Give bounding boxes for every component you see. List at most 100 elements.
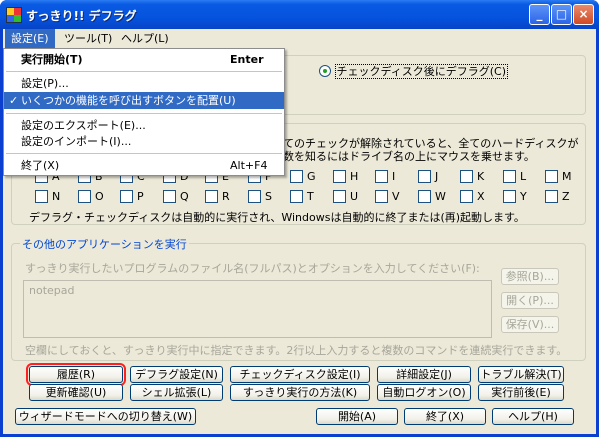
browse-button[interactable]: 参照(B)... <box>501 268 559 285</box>
menu-separator <box>6 71 282 72</box>
drive-checkbox-h[interactable]: H <box>333 169 358 183</box>
drive-label: U <box>350 189 359 203</box>
open-button[interactable]: 開く(P)... <box>501 292 559 309</box>
radio-label: チェックディスク後にデフラグ(C) <box>334 64 508 79</box>
drive-checkbox-o[interactable]: O <box>78 189 104 203</box>
checkbox-icon[interactable] <box>120 189 133 203</box>
drive-label: J <box>435 169 439 183</box>
drive-checkbox-g[interactable]: G <box>290 169 316 183</box>
checkbox-icon[interactable] <box>418 189 431 203</box>
radio-icon[interactable] <box>319 65 331 77</box>
check-icon: ✓ <box>9 94 19 107</box>
auto-logon-button[interactable]: 自動ログオン(O) <box>377 384 471 401</box>
checkbox-icon[interactable] <box>545 169 558 183</box>
checkbox-icon[interactable] <box>290 189 303 203</box>
auto-run-note: デフラグ・チェックディスクは自動的に実行され、Windowsは自動的に終了または… <box>29 211 525 224</box>
defrag-settings-button[interactable]: デフラグ設定(N) <box>130 366 223 383</box>
drive-label: N <box>52 189 61 203</box>
menu-settings[interactable]: 設定(E) <box>5 29 55 48</box>
maximize-button[interactable]: □ <box>551 4 572 25</box>
checkbox-icon[interactable] <box>460 189 473 203</box>
drive-checkbox-k[interactable]: K <box>460 169 484 183</box>
menu-separator <box>6 153 282 154</box>
menu-tools[interactable]: ツール(T) <box>58 29 118 48</box>
checkbox-icon[interactable] <box>78 189 91 203</box>
option-checkdisk-then-defrag[interactable]: チェックディスク後にデフラグ(C) <box>319 63 508 79</box>
checkbox-icon[interactable] <box>503 169 516 183</box>
drive-info-line2: 数を知るにはドライブ名の上にマウスを乗せます。 <box>283 150 535 163</box>
help-button[interactable]: ヘルプ(H) <box>492 408 574 425</box>
troubleshoot-button[interactable]: トラブル解決(T) <box>478 366 564 383</box>
wizard-mode-button[interactable]: ウィザードモードへの切り替え(W) <box>15 408 196 425</box>
drive-label: R <box>222 189 230 203</box>
drive-label: P <box>137 189 144 203</box>
drive-label: K <box>477 169 485 183</box>
update-check-button[interactable]: 更新確認(U) <box>29 384 123 401</box>
start-button[interactable]: 開始(A) <box>316 408 398 425</box>
checkbox-icon[interactable] <box>333 189 346 203</box>
drive-checkbox-y[interactable]: Y <box>503 189 527 203</box>
drive-checkbox-q[interactable]: Q <box>163 189 189 203</box>
drive-checkbox-v[interactable]: V <box>375 189 400 203</box>
checkbox-icon[interactable] <box>290 169 303 183</box>
menu-item-start[interactable]: 実行開始(T) Enter <box>4 51 284 68</box>
advanced-settings-button[interactable]: 詳細設定(J) <box>377 366 471 383</box>
save-button[interactable]: 保存(V)... <box>501 316 559 333</box>
menu-item-exit[interactable]: 終了(X) Alt+F4 <box>4 157 284 174</box>
drive-checkbox-i[interactable]: I <box>375 169 395 183</box>
drive-checkbox-p[interactable]: P <box>120 189 144 203</box>
checkbox-icon[interactable] <box>163 189 176 203</box>
minimize-button[interactable]: _ <box>529 4 550 25</box>
exit-button[interactable]: 終了(X) <box>404 408 486 425</box>
drive-checkbox-l[interactable]: L <box>503 169 526 183</box>
drive-label: T <box>307 189 314 203</box>
checkbox-icon[interactable] <box>205 189 218 203</box>
checkbox-icon[interactable] <box>333 169 346 183</box>
drive-checkbox-m[interactable]: M <box>545 169 572 183</box>
settings-dropdown-menu: 実行開始(T) Enter 設定(P)... ✓ いくつかの機能を呼び出すボタン… <box>3 48 285 176</box>
checkdisk-settings-button[interactable]: チェックディスク設定(I) <box>230 366 370 383</box>
drive-label: H <box>350 169 359 183</box>
history-button[interactable]: 履歴(R) <box>26 363 126 386</box>
checkbox-icon[interactable] <box>545 189 558 203</box>
menu-item-import[interactable]: 設定のインポート(I)... <box>4 133 284 150</box>
drive-checkbox-z[interactable]: Z <box>545 189 570 203</box>
title-bar[interactable]: すっきり!! デフラグ _ □ × <box>0 0 599 29</box>
menu-item-place-buttons[interactable]: ✓ いくつかの機能を呼び出すボタンを配置(U) <box>4 92 284 109</box>
checkbox-icon[interactable] <box>418 169 431 183</box>
apps-group-title: その他のアプリケーションを実行 <box>20 236 189 252</box>
drive-label: M <box>562 169 572 183</box>
before-after-button[interactable]: 実行前後(E) <box>478 384 564 401</box>
drive-label: Z <box>562 189 570 203</box>
menu-help[interactable]: ヘルプ(L) <box>115 29 175 48</box>
checkbox-icon[interactable] <box>35 189 48 203</box>
drive-label: Y <box>520 189 527 203</box>
drive-checkbox-n[interactable]: N <box>35 189 60 203</box>
apps-command-input[interactable]: notepad <box>23 280 492 338</box>
app-window: すっきり!! デフラグ _ □ × 設定(E) ツール(T) ヘルプ(L) チェ… <box>0 0 599 437</box>
drive-checkbox-t[interactable]: T <box>290 189 314 203</box>
checkbox-icon[interactable] <box>503 189 516 203</box>
drive-label: Q <box>180 189 189 203</box>
checkbox-icon[interactable] <box>375 189 388 203</box>
shell-extension-button[interactable]: シェル拡張(L) <box>130 384 223 401</box>
drive-checkbox-r[interactable]: R <box>205 189 230 203</box>
close-button[interactable]: × <box>573 4 594 25</box>
checkbox-icon[interactable] <box>248 189 261 203</box>
drive-checkbox-j[interactable]: J <box>418 169 438 183</box>
drive-checkbox-s[interactable]: S <box>248 189 272 203</box>
drive-checkbox-w[interactable]: W <box>418 189 446 203</box>
drive-checkbox-u[interactable]: U <box>333 189 358 203</box>
checkbox-icon[interactable] <box>375 169 388 183</box>
drive-checkbox-x[interactable]: X <box>460 189 485 203</box>
drive-label: I <box>392 169 396 183</box>
how-to-run-button[interactable]: すっきり実行の方法(K) <box>230 384 370 401</box>
menu-item-export[interactable]: 設定のエクスポート(E)... <box>4 117 284 134</box>
drive-label: L <box>520 169 527 183</box>
app-icon <box>6 7 22 23</box>
drive-label: W <box>435 189 446 203</box>
menu-item-settings[interactable]: 設定(P)... <box>4 75 284 92</box>
menu-separator <box>6 113 282 114</box>
checkbox-icon[interactable] <box>460 169 473 183</box>
drive-label: G <box>307 169 316 183</box>
